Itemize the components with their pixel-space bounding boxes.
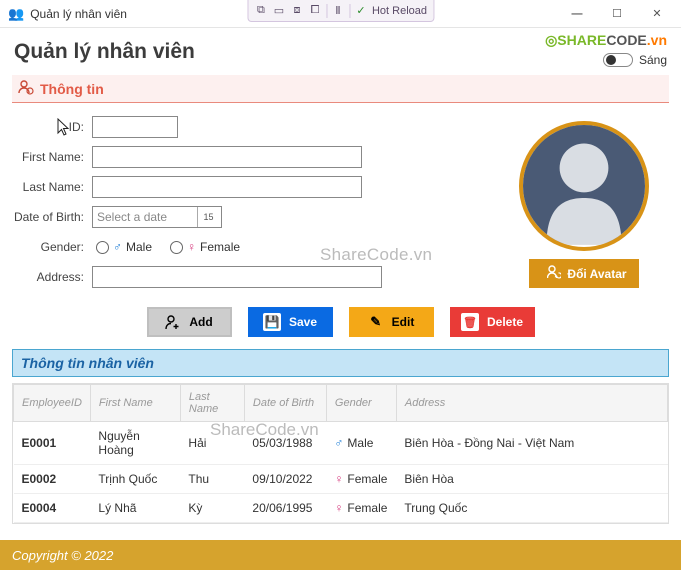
col-address[interactable]: Address [396, 385, 667, 422]
footer-bar: Copyright © 2022 [0, 540, 681, 570]
cell-first-name: Lý Nhã [90, 494, 180, 523]
cell-address: Biên Hòa - Đồng Nai - Việt Nam [396, 422, 667, 465]
trash-icon: 🗑 [461, 313, 479, 331]
input-first-name[interactable] [92, 146, 362, 168]
cell-employee-id: E0002 [14, 465, 91, 494]
avatar-change-icon [547, 265, 561, 282]
maximize-button[interactable]: ☐ [597, 0, 637, 28]
col-employee-id[interactable]: EmployeeID [14, 385, 91, 422]
calendar-icon[interactable]: 15 [197, 207, 219, 227]
app-icon: 👥 [8, 6, 24, 22]
col-first-name[interactable]: First Name [90, 385, 180, 422]
label-last-name: Last Name: [12, 180, 92, 194]
table-row[interactable]: E0001Nguyễn HoàngHải05/03/1988♂ MaleBiên… [14, 422, 668, 465]
grid-section-header: Thông tin nhân viên [12, 349, 669, 377]
cell-gender: ♀ Female [326, 465, 396, 494]
debug-toolbar: ⧉ ▭ ⧈ ⧠ Ⅱ ✓ Hot Reload [247, 0, 434, 22]
theme-label: Sáng [639, 53, 667, 67]
select-element-icon[interactable]: ▭ [272, 4, 286, 17]
label-id: ID: [12, 120, 92, 134]
cell-employee-id: E0001 [14, 422, 91, 465]
save-disk-icon: 💾 [263, 313, 281, 331]
delete-button[interactable]: 🗑 Delete [450, 307, 535, 337]
watermark-text: ShareCode.vn [320, 245, 432, 265]
label-dob: Date of Birth: [12, 210, 92, 224]
change-avatar-button[interactable]: Đổi Avatar [529, 259, 638, 288]
radio-female[interactable]: ♀ Female [170, 240, 240, 254]
add-person-icon [165, 314, 181, 330]
display-layout-icon[interactable]: ⧈ [290, 4, 304, 17]
dob-placeholder: Select a date [97, 210, 167, 224]
cell-address: Biên Hòa [396, 465, 667, 494]
person-info-icon [18, 79, 34, 98]
cell-first-name: Trịnh Quốc [90, 465, 180, 494]
input-id[interactable] [92, 116, 178, 138]
avatar [519, 121, 649, 251]
label-address: Address: [12, 270, 92, 284]
cell-gender: ♀ Female [326, 494, 396, 523]
window-title: Quản lý nhân viên [30, 7, 127, 21]
col-dob[interactable]: Date of Birth [244, 385, 326, 422]
label-first-name: First Name: [12, 150, 92, 164]
cell-last-name: Kỳ [180, 494, 244, 523]
cell-dob: 09/10/2022 [244, 465, 326, 494]
watermark-text: ShareCode.vn [210, 420, 319, 440]
cell-employee-id: E0004 [14, 494, 91, 523]
live-visual-tree-icon[interactable]: ⧉ [254, 4, 268, 17]
track-focus-icon[interactable]: ⧠ [308, 4, 322, 17]
cell-first-name: Nguyễn Hoàng [90, 422, 180, 465]
female-icon: ♀ [187, 240, 196, 254]
cell-gender: ♂ Male [326, 422, 396, 465]
employee-table: EmployeeID First Name Last Name Date of … [13, 384, 668, 523]
footer-copyright: Copyright © 2022 [12, 548, 113, 563]
cursor-icon [56, 118, 70, 139]
gender-icon: ♂ [334, 436, 343, 450]
theme-toggle[interactable]: Sáng [603, 53, 667, 67]
edit-button[interactable]: ✎ Edit [349, 307, 434, 337]
gender-icon: ♀ [334, 501, 343, 515]
cell-dob: 20/06/1995 [244, 494, 326, 523]
radio-male[interactable]: ♂ Male [96, 240, 152, 254]
label-gender: Gender: [12, 240, 92, 254]
male-icon: ♂ [113, 240, 122, 254]
input-last-name[interactable] [92, 176, 362, 198]
gender-icon: ♀ [334, 472, 343, 486]
add-button[interactable]: Add [147, 307, 232, 337]
pause-icon[interactable]: Ⅱ [331, 4, 345, 17]
table-row[interactable]: E0004Lý NhãKỳ20/06/1995♀ FemaleTrung Quố… [14, 494, 668, 523]
pencil-icon: ✎ [368, 314, 384, 330]
minimize-button[interactable]: — [557, 0, 597, 28]
close-button[interactable]: ✕ [637, 0, 677, 28]
cell-last-name: Thu [180, 465, 244, 494]
col-gender[interactable]: Gender [326, 385, 396, 422]
cell-address: Trung Quốc [396, 494, 667, 523]
window-controls: — ☐ ✕ [557, 0, 677, 28]
save-button[interactable]: 💾 Save [248, 307, 333, 337]
col-last-name[interactable]: Last Name [180, 385, 244, 422]
sharecode-logo: ◎SHARECODE.vn [545, 32, 667, 49]
section-header-info: Thông tin [12, 75, 669, 103]
input-address[interactable] [92, 266, 382, 288]
page-title: Quản lý nhân viên [14, 40, 195, 64]
hot-reload-icon[interactable]: ✓ [354, 4, 368, 17]
hot-reload-label: Hot Reload [372, 5, 427, 17]
input-dob[interactable]: Select a date 15 [92, 206, 222, 228]
table-row[interactable]: E0002Trịnh QuốcThu09/10/2022♀ FemaleBiên… [14, 465, 668, 494]
